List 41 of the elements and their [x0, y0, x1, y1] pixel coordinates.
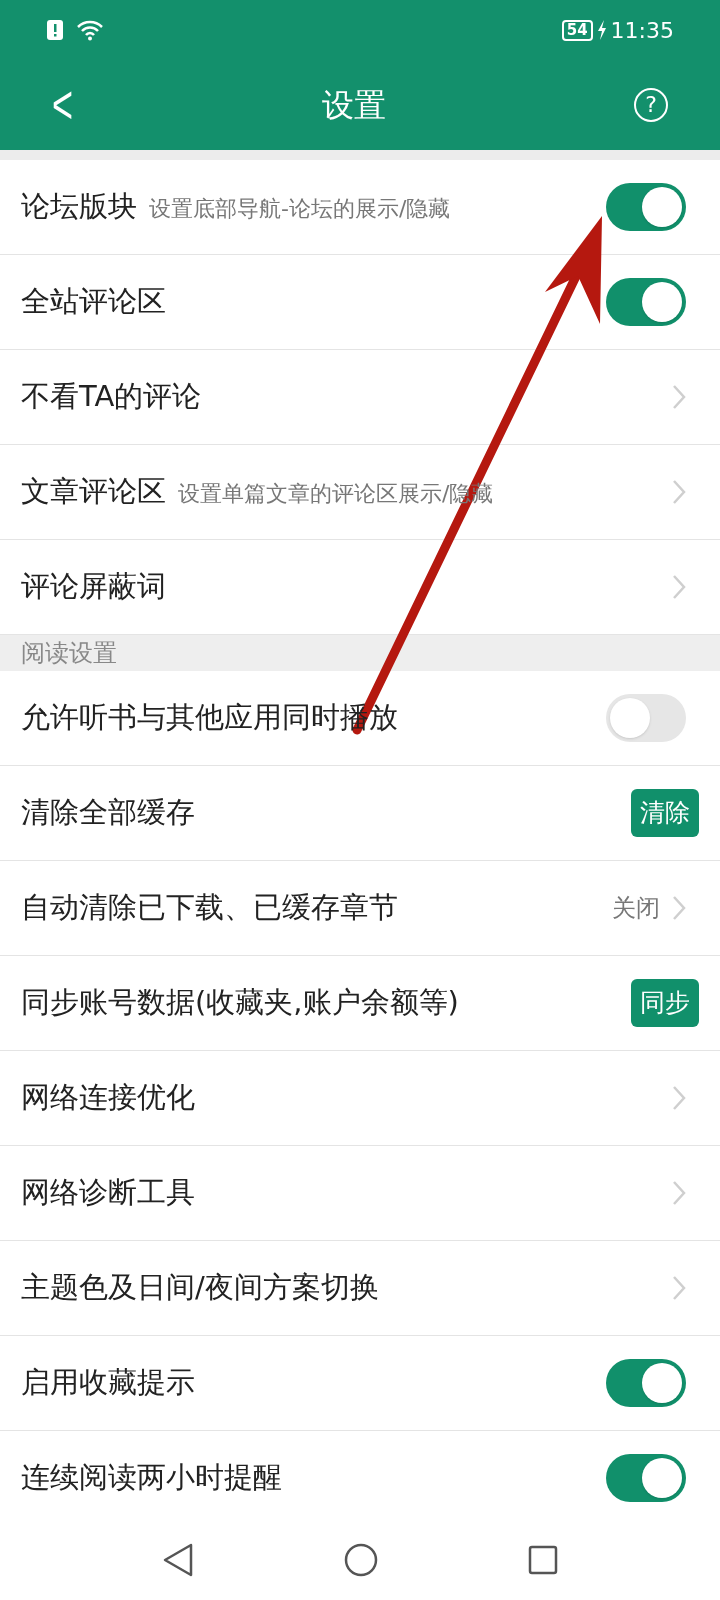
toggle-switch[interactable] — [606, 183, 686, 231]
setting-label: 启用收藏提示 — [21, 1364, 195, 1402]
chevron-right-icon — [672, 1275, 686, 1301]
setting-label: 同步账号数据(收藏夹,账户余额等) — [21, 984, 459, 1022]
help-button[interactable]: ? — [634, 88, 668, 122]
setting-label: 网络诊断工具 — [21, 1174, 195, 1212]
notification-icon — [46, 19, 64, 41]
toggle-switch[interactable] — [606, 1454, 686, 1502]
battery-level: 54 — [561, 19, 593, 41]
action-button[interactable]: 同步 — [631, 979, 699, 1027]
page-title: 设置 — [321, 85, 386, 126]
setting-label: 清除全部缓存 — [21, 794, 195, 832]
chevron-right-icon — [672, 895, 686, 921]
section-header: 阅读设置 — [21, 638, 117, 669]
setting-label: 主题色及日间/夜间方案切换 — [21, 1269, 379, 1307]
setting-label: 文章评论区 — [21, 473, 166, 511]
action-button[interactable]: 清除 — [631, 789, 699, 837]
back-button[interactable]: < — [52, 78, 74, 132]
chevron-right-icon — [672, 1180, 686, 1206]
setting-hint: 设置底部导航-论坛的展示/隐藏 — [149, 195, 451, 224]
clock: 11:35 — [610, 16, 674, 45]
chevron-right-icon — [672, 479, 686, 505]
setting-label: 不看TA的评论 — [21, 378, 202, 416]
setting-label: 自动清除已下载、已缓存章节 — [21, 889, 398, 927]
wifi-icon — [76, 19, 104, 41]
setting-value: 关闭 — [612, 893, 660, 924]
setting-label: 全站评论区 — [21, 283, 166, 321]
toggle-switch[interactable] — [606, 694, 686, 742]
setting-label: 论坛版块 — [21, 188, 137, 226]
setting-label: 网络连接优化 — [21, 1079, 195, 1117]
charging-icon — [596, 20, 607, 40]
setting-label: 评论屏蔽词 — [21, 568, 166, 606]
toggle-switch[interactable] — [606, 1359, 686, 1407]
chevron-right-icon — [672, 1085, 686, 1111]
home-nav-icon[interactable] — [344, 1543, 378, 1577]
toggle-switch[interactable] — [606, 278, 686, 326]
chevron-right-icon — [672, 574, 686, 600]
back-nav-icon[interactable] — [162, 1543, 194, 1577]
chevron-right-icon — [672, 384, 686, 410]
setting-label: 连续阅读两小时提醒 — [21, 1459, 282, 1497]
recents-nav-icon[interactable] — [528, 1545, 558, 1575]
